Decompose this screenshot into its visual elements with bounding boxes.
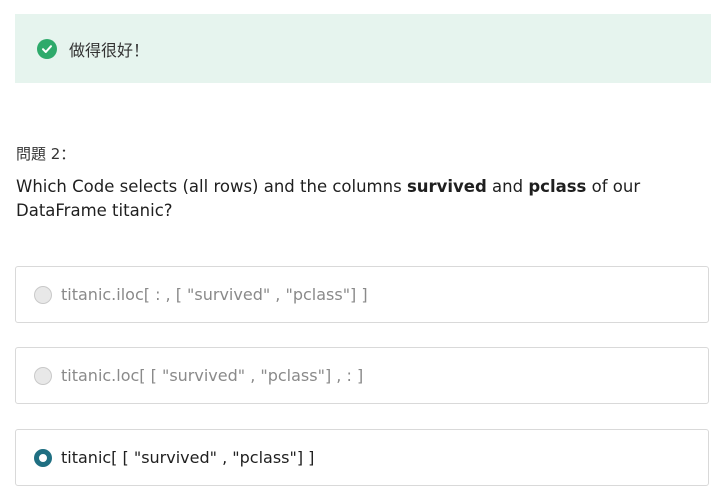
radio-unselected-icon[interactable] — [34, 285, 52, 304]
radio-unselected-icon[interactable] — [34, 366, 52, 385]
answer-option-3[interactable]: titanic[ [ "survived" , "pclass"] ] — [15, 429, 709, 486]
radio-selected-icon[interactable] — [34, 448, 52, 467]
question-keyword-pclass: pclass — [528, 177, 587, 196]
question-text-part: Which Code selects (all rows) and the co… — [16, 177, 407, 196]
question-number: 問題 2： — [16, 145, 76, 163]
answer-option-text: titanic.loc[ [ "survived" , "pclass"] , … — [61, 366, 364, 385]
answer-option-2[interactable]: titanic.loc[ [ "survived" , "pclass"] , … — [15, 347, 709, 404]
answer-option-text: titanic[ [ "survived" , "pclass"] ] — [61, 448, 315, 467]
feedback-text: 做得很好！ — [69, 40, 150, 60]
answer-option-text: titanic.iloc[ : , [ "survived" , "pclass… — [61, 285, 368, 304]
feedback-banner: 做得很好！ — [15, 14, 711, 83]
question-keyword-survived: survived — [406, 177, 487, 196]
question-text: Which Code selects (all rows) and the co… — [16, 175, 706, 223]
answer-option-1[interactable]: titanic.iloc[ : , [ "survived" , "pclass… — [15, 266, 709, 323]
question-text-part: and — [486, 177, 529, 196]
check-circle-icon — [37, 38, 57, 59]
